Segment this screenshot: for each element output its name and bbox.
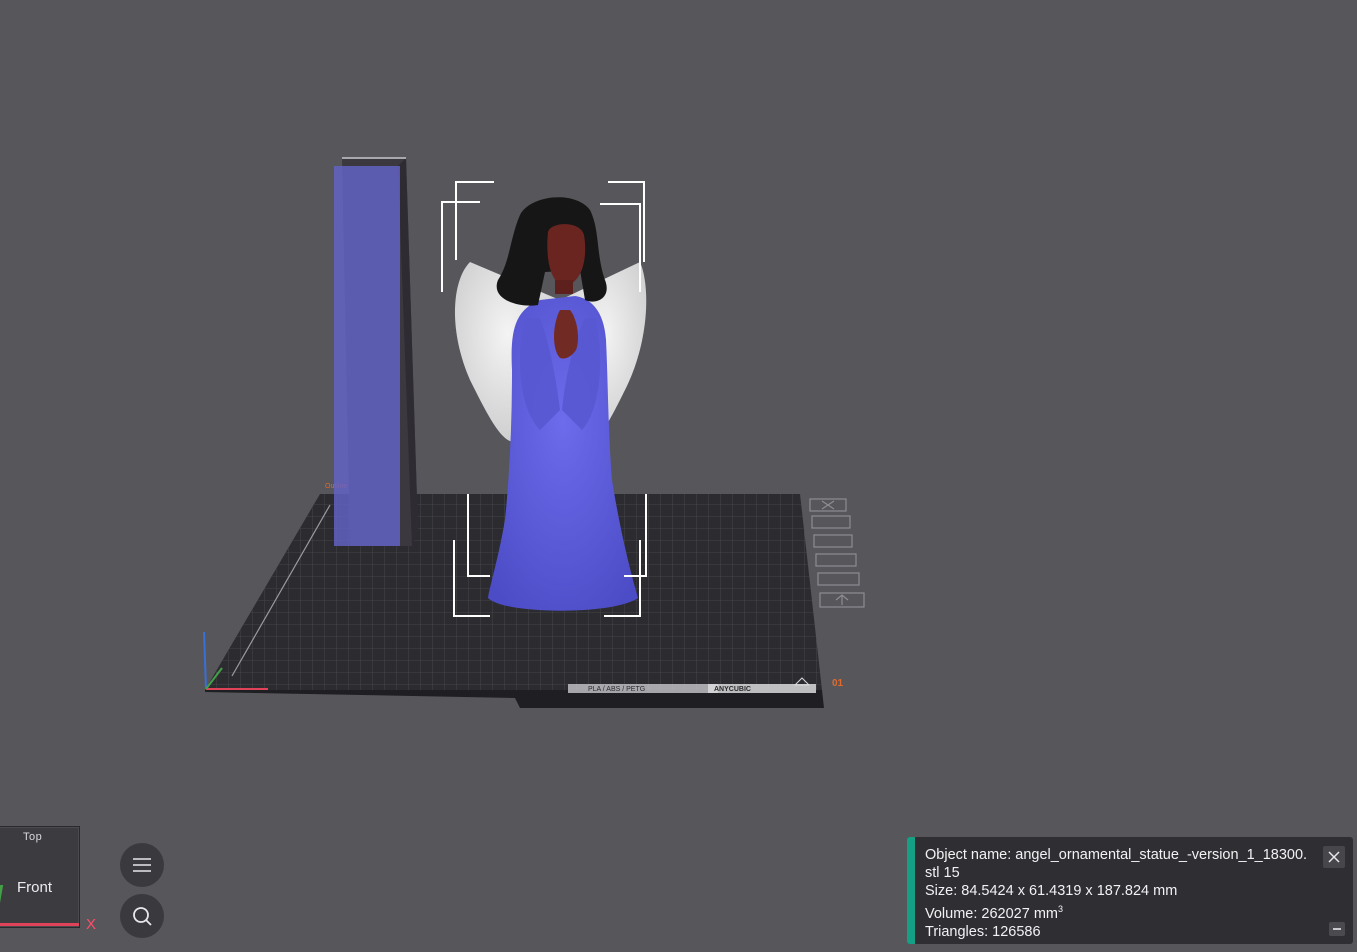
- plate-tools[interactable]: [809, 498, 865, 608]
- view-cube-top-label[interactable]: Top: [23, 831, 42, 843]
- view-cube-y-axis: [0, 885, 4, 921]
- object-triangles: Triangles: 126586: [925, 923, 1041, 940]
- bed-material-label: PLA / ABS / PETG: [588, 686, 645, 693]
- wipe-tower[interactable]: [334, 157, 418, 546]
- plate-lock-icon[interactable]: [815, 553, 857, 567]
- object-volume-text: Volume: 262027 mm: [925, 905, 1058, 922]
- search-icon: [133, 907, 152, 926]
- plate-orient-icon[interactable]: [811, 515, 851, 529]
- search-button[interactable]: [120, 894, 164, 938]
- menu-button[interactable]: [120, 843, 164, 887]
- object-name: Object name: angel_ornamental_statue_-ve…: [925, 847, 1308, 881]
- object-info-panel: Object name: angel_ornamental_statue_-ve…: [907, 837, 1353, 944]
- menu-icon: [133, 858, 151, 872]
- object-volume: Volume: 262027 mm3: [925, 900, 1313, 923]
- info-close-button[interactable]: [1323, 846, 1345, 868]
- object-volume-unit: 3: [1058, 904, 1064, 914]
- minimize-icon: [1333, 928, 1341, 930]
- bed-brand-label: ANYCUBIC: [714, 686, 751, 693]
- bed-number: 01: [832, 678, 844, 689]
- view-cube[interactable]: Top Front: [0, 826, 80, 928]
- view-cube-x-axis: [0, 923, 79, 926]
- axis-x-label: X: [86, 916, 97, 933]
- plate-settings-icon[interactable]: [817, 572, 860, 586]
- plate-arrange-icon[interactable]: [813, 534, 853, 548]
- 3d-viewport[interactable]: PLA / ABS / PETG ANYCUBIC 01 Outline: [0, 0, 1357, 952]
- view-cube-front-label[interactable]: Front: [17, 879, 52, 896]
- info-minimize-button[interactable]: [1329, 922, 1345, 936]
- close-icon: [1328, 851, 1340, 863]
- object-size: Size: 84.5424 x 61.4319 x 187.824 mm: [925, 883, 1178, 899]
